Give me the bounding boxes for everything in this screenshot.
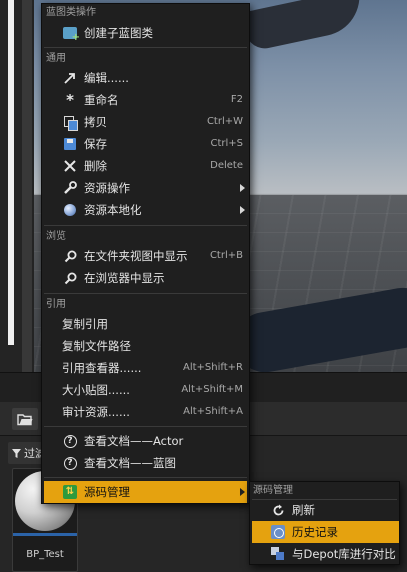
menu-item-label: 重命名 xyxy=(84,93,119,107)
menu-item-label: 在浏览器中显示 xyxy=(84,271,165,285)
viewport-object xyxy=(241,0,367,53)
folder-open-icon[interactable] xyxy=(12,408,38,430)
menu-item-label: 复制引用 xyxy=(62,317,108,331)
menu-item-label: 查看文档——蓝图 xyxy=(84,456,176,470)
menu-item-label: 刷新 xyxy=(292,503,315,517)
search-icon xyxy=(62,248,78,264)
menu-item-label: 引用查看器...... xyxy=(62,361,142,375)
menu-item-save[interactable]: 保存 Ctrl+S xyxy=(44,133,247,155)
help-icon: ? xyxy=(62,433,78,449)
menu-item-refresh[interactable]: 刷新 xyxy=(252,499,399,521)
section-common: 通用 xyxy=(46,53,66,64)
asset-context-menu: 蓝图类操作 创建子蓝图类 通用 编辑...... * 重命名 F2 拷贝 Ctr… xyxy=(41,3,250,504)
source-control-icon: ⇅ xyxy=(62,484,78,500)
menu-item-docs-actor[interactable]: ? 查看文档——Actor xyxy=(44,430,247,452)
menu-item-label: 与Depot库进行对比 xyxy=(292,547,396,561)
wrench-icon xyxy=(62,180,78,196)
menu-item-diff-against-depot[interactable]: 与Depot库进行对比 xyxy=(252,543,399,565)
menu-item-asset-actions[interactable]: 资源操作 xyxy=(44,177,247,199)
globe-icon xyxy=(62,202,78,218)
section-references: 引用 xyxy=(46,299,66,310)
menu-item-label: 复制文件路径 xyxy=(62,339,131,353)
shortcut-label: Alt+Shift+A xyxy=(183,406,243,417)
menu-item-label: 编辑...... xyxy=(84,71,129,85)
menu-item-label: 创建子蓝图类 xyxy=(84,26,153,40)
search-icon xyxy=(62,270,78,286)
section-blueprint: 蓝图类操作 xyxy=(46,7,96,18)
menu-item-label: 资源操作 xyxy=(84,181,130,195)
menu-item-label: 删除 xyxy=(84,159,107,173)
history-icon xyxy=(270,524,286,540)
menu-item-size-map[interactable]: 大小贴图...... Alt+Shift+M xyxy=(44,379,247,401)
menu-item-source-control[interactable]: ⇅ 源码管理 xyxy=(44,481,247,503)
menu-item-label: 大小贴图...... xyxy=(62,383,130,397)
menu-item-copy-file-path[interactable]: 复制文件路径 xyxy=(44,335,247,357)
menu-item-copy-reference[interactable]: 复制引用 xyxy=(44,313,247,335)
menu-item-edit[interactable]: 编辑...... xyxy=(44,67,247,89)
menu-item-reference-viewer[interactable]: 引用查看器...... Alt+Shift+R xyxy=(44,357,247,379)
menu-item-docs-blueprint[interactable]: ? 查看文档——蓝图 xyxy=(44,452,247,474)
left-panel-scrollbar[interactable] xyxy=(8,0,14,345)
submenu-arrow-icon xyxy=(240,206,245,214)
menu-item-duplicate[interactable]: 拷贝 Ctrl+W xyxy=(44,111,247,133)
menu-item-rename[interactable]: * 重命名 F2 xyxy=(44,89,247,111)
menu-item-history[interactable]: 历史记录 xyxy=(252,521,399,543)
blueprint-add-icon xyxy=(62,25,80,43)
diff-icon xyxy=(270,546,286,562)
shortcut-label: Ctrl+W xyxy=(206,116,243,127)
menu-item-show-in-folder-view[interactable]: 在文件夹视图中显示 Ctrl+B xyxy=(44,245,247,267)
menu-item-label: 拷贝 xyxy=(84,115,107,129)
shortcut-label: F2 xyxy=(230,94,243,105)
submenu-arrow-icon xyxy=(240,184,245,192)
menu-separator xyxy=(44,477,247,478)
edit-arrow-icon xyxy=(62,70,78,86)
shortcut-label: Alt+Shift+R xyxy=(183,362,243,373)
section-browse: 浏览 xyxy=(46,231,66,242)
menu-separator xyxy=(44,47,247,48)
menu-item-asset-localization[interactable]: 资源本地化 xyxy=(44,199,247,221)
menu-separator xyxy=(44,225,247,226)
shortcut-label: Ctrl+B xyxy=(209,250,243,261)
section-source-control: 源码管理 xyxy=(253,485,293,496)
menu-item-label: 源码管理 xyxy=(84,485,130,499)
submenu-arrow-icon xyxy=(240,488,245,496)
left-panel xyxy=(0,0,34,372)
menu-item-audit-assets[interactable]: 审计资源...... Alt+Shift+A xyxy=(44,401,247,423)
menu-item-show-in-explorer[interactable]: 在浏览器中显示 xyxy=(44,267,247,289)
shortcut-label: Alt+Shift+M xyxy=(181,384,243,395)
shortcut-label: Delete xyxy=(210,160,243,171)
delete-x-icon xyxy=(62,158,78,174)
menu-separator xyxy=(44,426,247,427)
asset-type-stripe xyxy=(13,533,77,536)
asterisk-icon: * xyxy=(66,91,74,109)
menu-item-create-child-blueprint[interactable]: 创建子蓝图类 xyxy=(44,22,247,44)
menu-item-label: 保存 xyxy=(84,137,107,151)
shortcut-label: Ctrl+S xyxy=(210,138,243,149)
source-control-submenu: 源码管理 刷新 历史记录 与Depot库进行对比 xyxy=(249,481,400,565)
copy-icon xyxy=(62,114,78,131)
save-icon xyxy=(62,136,78,152)
asset-name: BP_Test xyxy=(26,549,64,560)
menu-item-label: 资源本地化 xyxy=(84,203,142,217)
refresh-icon xyxy=(270,502,286,518)
left-panel-edge xyxy=(22,0,32,372)
menu-item-label: 历史记录 xyxy=(292,525,338,539)
menu-item-delete[interactable]: 删除 Delete xyxy=(44,155,247,177)
menu-item-label: 查看文档——Actor xyxy=(84,434,184,448)
menu-item-label: 审计资源...... xyxy=(62,405,130,419)
filter-icon xyxy=(12,448,21,458)
menu-separator xyxy=(44,293,247,294)
help-icon: ? xyxy=(62,455,78,471)
menu-item-label: 在文件夹视图中显示 xyxy=(84,249,188,263)
